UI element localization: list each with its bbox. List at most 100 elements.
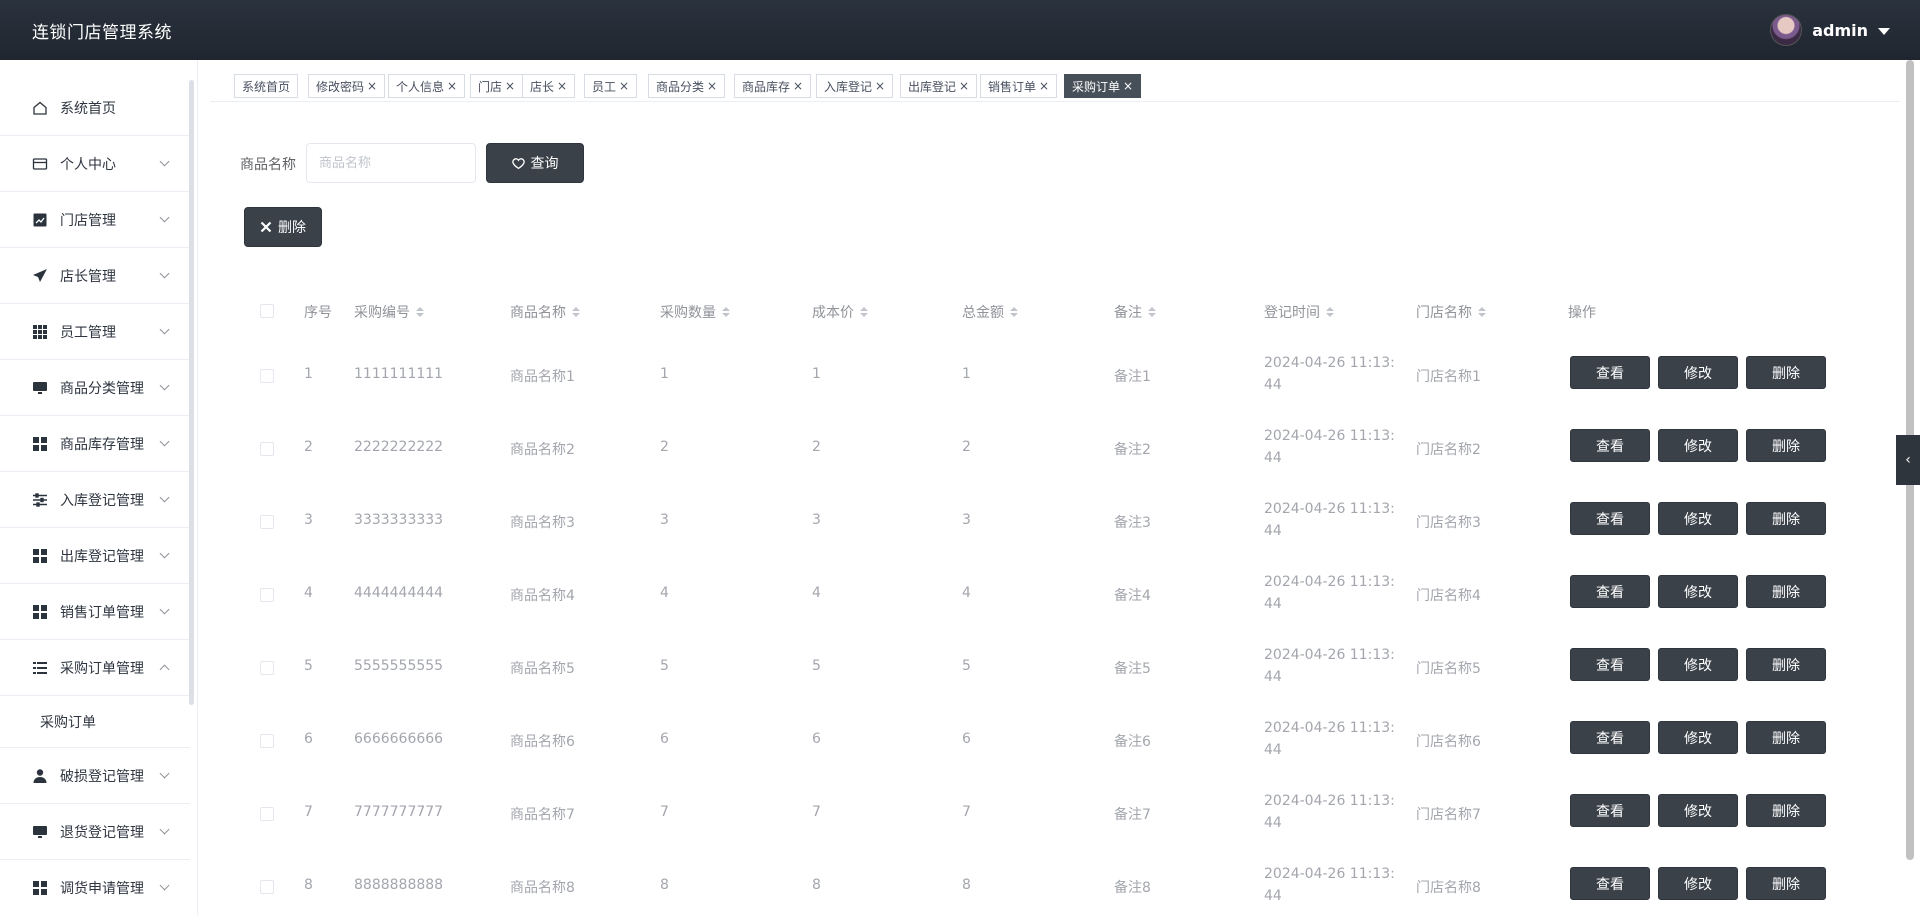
close-icon[interactable]: × <box>707 79 717 93</box>
edit-button[interactable]: 修改 <box>1658 867 1738 900</box>
batch-delete-button[interactable]: 删除 <box>244 207 322 247</box>
tab-2[interactable]: 修改密码 × <box>308 74 386 98</box>
close-icon[interactable]: × <box>1039 79 1049 93</box>
tab-11[interactable]: 销售订单 × <box>980 74 1058 98</box>
sidebar-item-8[interactable]: 入库登记管理 <box>0 472 190 528</box>
close-icon[interactable]: × <box>1123 79 1133 93</box>
delete-button[interactable]: 删除 <box>1746 794 1826 827</box>
tab-10[interactable]: 出库登记 × <box>900 74 978 98</box>
sort-icon[interactable] <box>1478 307 1486 317</box>
sidebar-item-14[interactable]: 调货申请管理 <box>0 860 190 915</box>
select-all-checkbox[interactable] <box>260 304 274 318</box>
column-header-5[interactable]: 成本价 <box>812 302 868 322</box>
close-icon[interactable]: × <box>875 79 885 93</box>
sidebar-item-label: 调货申请管理 <box>60 880 144 897</box>
sidebar-item-12[interactable]: 破损登记管理 <box>0 748 190 804</box>
delete-button[interactable]: 删除 <box>1746 429 1826 462</box>
view-button[interactable]: 查看 <box>1570 575 1650 608</box>
sidebar-item-3[interactable]: 门店管理 <box>0 192 190 248</box>
sort-icon[interactable] <box>722 307 730 317</box>
row-checkbox[interactable] <box>260 515 274 529</box>
delete-button[interactable]: 删除 <box>1746 356 1826 389</box>
sidebar-item-5[interactable]: 员工管理 <box>0 304 190 360</box>
row-checkbox[interactable] <box>260 880 274 894</box>
sidebar-item-13[interactable]: 退货登记管理 <box>0 804 190 860</box>
edit-button[interactable]: 修改 <box>1658 648 1738 681</box>
sidebar-item-1[interactable]: 系统首页 <box>0 80 190 136</box>
edit-button[interactable]: 修改 <box>1658 429 1738 462</box>
delete-button[interactable]: 删除 <box>1746 648 1826 681</box>
tab-6[interactable]: 员工 × <box>584 74 638 98</box>
tab-12[interactable]: 采购订单 × <box>1064 74 1142 98</box>
tab-4[interactable]: 门店 × <box>470 74 524 98</box>
view-button[interactable]: 查看 <box>1570 502 1650 535</box>
close-icon[interactable]: × <box>619 79 629 93</box>
column-header-3[interactable]: 商品名称 <box>510 302 580 322</box>
edit-button[interactable]: 修改 <box>1658 356 1738 389</box>
tab-7[interactable]: 商品分类 × <box>648 74 726 98</box>
sidebar-item-10[interactable]: 销售订单管理 <box>0 584 190 640</box>
sort-icon[interactable] <box>1010 307 1018 317</box>
column-header-9[interactable]: 门店名称 <box>1416 302 1486 322</box>
edit-button[interactable]: 修改 <box>1658 721 1738 754</box>
product-name-input[interactable] <box>306 143 476 183</box>
row-checkbox[interactable] <box>260 369 274 383</box>
column-header-6[interactable]: 总金额 <box>962 302 1018 322</box>
edit-button[interactable]: 修改 <box>1658 794 1738 827</box>
edit-button[interactable]: 修改 <box>1658 502 1738 535</box>
delete-button[interactable]: 删除 <box>1746 867 1826 900</box>
close-icon[interactable]: × <box>959 79 969 93</box>
avatar[interactable] <box>1770 14 1803 46</box>
close-icon[interactable]: × <box>505 79 515 93</box>
delete-button[interactable]: 删除 <box>1746 575 1826 608</box>
sort-icon[interactable] <box>1326 307 1334 317</box>
row-checkbox[interactable] <box>260 588 274 602</box>
sort-icon[interactable] <box>572 307 580 317</box>
view-button[interactable]: 查看 <box>1570 794 1650 827</box>
user-menu[interactable]: admin <box>1770 14 1890 46</box>
caret-down-icon[interactable] <box>1878 27 1890 35</box>
submenu-item-purchase-order[interactable]: 采购订单 <box>0 696 190 748</box>
row-checkbox[interactable] <box>260 734 274 748</box>
sidebar-item-11[interactable]: 采购订单管理 <box>0 640 190 696</box>
delete-button[interactable]: 删除 <box>1746 502 1826 535</box>
tab-5[interactable]: 店长 × <box>522 74 576 98</box>
search-button[interactable]: 查询 <box>486 143 584 183</box>
collapse-panel-handle[interactable]: ‹ <box>1896 435 1920 485</box>
tab-1[interactable]: 系统首页 <box>234 74 299 98</box>
column-header-4[interactable]: 采购数量 <box>660 302 730 322</box>
sort-icon[interactable] <box>416 307 424 317</box>
row-checkbox[interactable] <box>260 442 274 456</box>
sidebar-scrollbar[interactable] <box>189 80 194 705</box>
close-icon[interactable]: × <box>793 79 803 93</box>
row-checkbox[interactable] <box>260 661 274 675</box>
tab-3[interactable]: 个人信息 × <box>388 74 466 98</box>
sidebar-item-9[interactable]: 出库登记管理 <box>0 528 190 584</box>
search-button-label: 查询 <box>530 156 559 172</box>
sort-icon[interactable] <box>1148 307 1156 317</box>
sort-icon[interactable] <box>860 307 868 317</box>
sidebar-item-7[interactable]: 商品库存管理 <box>0 416 190 472</box>
sidebar-item-6[interactable]: 商品分类管理 <box>0 360 190 416</box>
view-button[interactable]: 查看 <box>1570 429 1650 462</box>
tab-8[interactable]: 商品库存 × <box>734 74 812 98</box>
delete-button[interactable]: 删除 <box>1746 721 1826 754</box>
edit-button[interactable]: 修改 <box>1658 575 1738 608</box>
tab-9[interactable]: 入库登记 × <box>816 74 894 98</box>
row-checkbox[interactable] <box>260 807 274 821</box>
cost-price: 5 <box>812 658 821 674</box>
view-button[interactable]: 查看 <box>1570 648 1650 681</box>
sidebar-item-2[interactable]: 个人中心 <box>0 136 190 192</box>
column-header-8[interactable]: 登记时间 <box>1264 302 1334 322</box>
user-name[interactable]: admin <box>1812 21 1868 40</box>
sidebar-item-4[interactable]: 店长管理 <box>0 248 190 304</box>
column-header-2[interactable]: 采购编号 <box>354 302 424 322</box>
view-button[interactable]: 查看 <box>1570 356 1650 389</box>
close-icon[interactable]: × <box>447 79 457 93</box>
close-icon[interactable]: × <box>557 79 567 93</box>
close-icon[interactable]: × <box>367 79 377 93</box>
column-header-7[interactable]: 备注 <box>1114 302 1156 322</box>
view-button[interactable]: 查看 <box>1570 867 1650 900</box>
store-name: 门店名称3 <box>1416 515 1481 531</box>
view-button[interactable]: 查看 <box>1570 721 1650 754</box>
